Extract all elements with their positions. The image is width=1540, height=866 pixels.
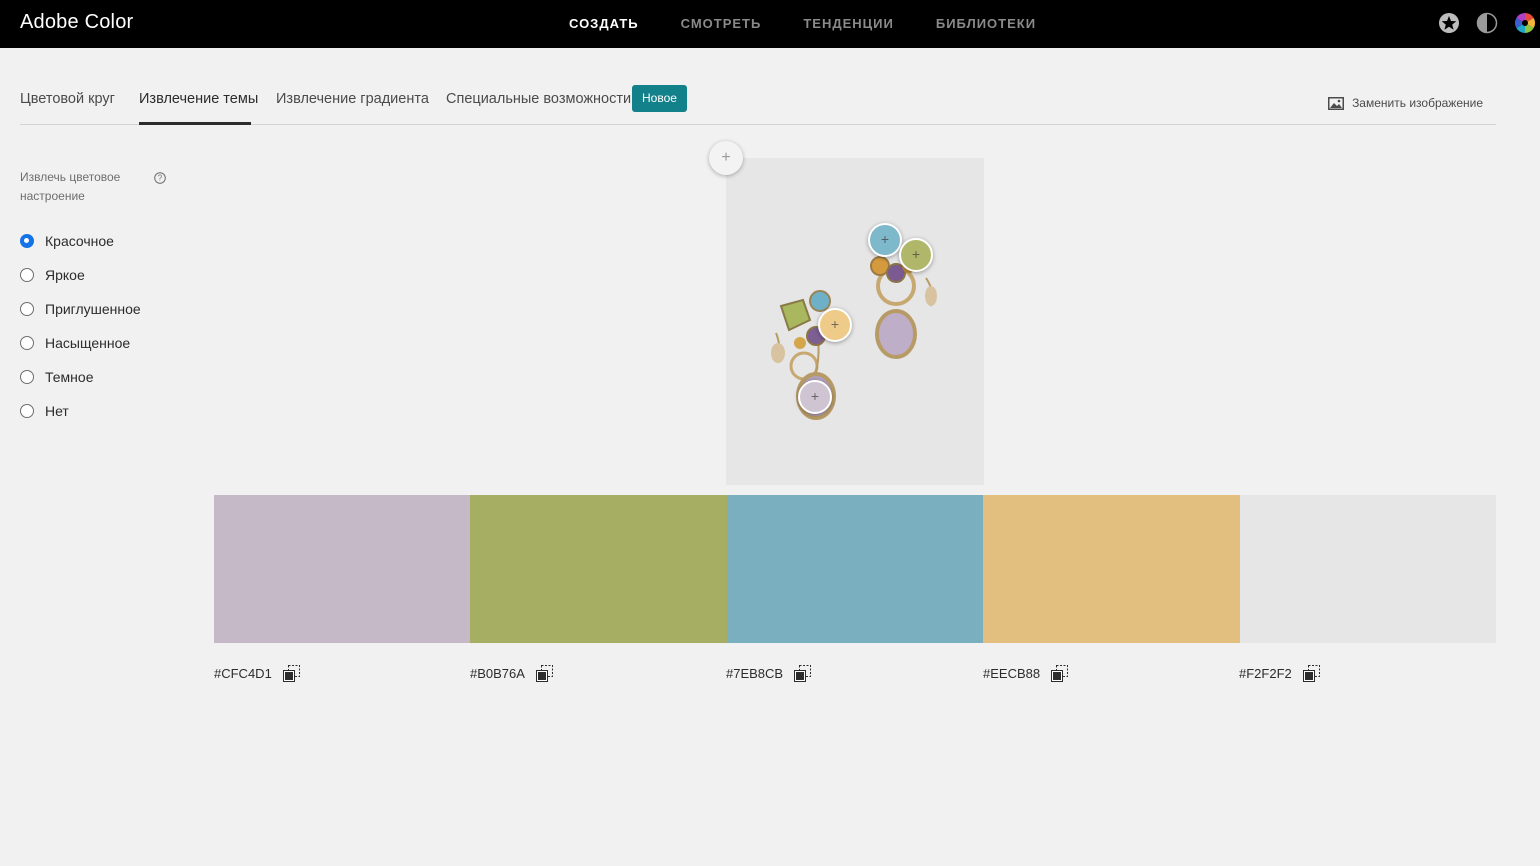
hex-value[interactable]: #7EB8CB [726, 666, 783, 681]
radio-muted[interactable]: Приглушенное [20, 292, 141, 326]
tab-bar: Цветовой круг Извлечение темы Извлечение… [20, 84, 1496, 125]
radio-none[interactable]: Нет [20, 394, 141, 428]
radio-deep[interactable]: Насыщенное [20, 326, 141, 360]
replace-image-button[interactable]: Заменить изображение [1328, 96, 1483, 110]
swatch-2[interactable] [470, 495, 727, 643]
color-picker-lilac[interactable]: + [798, 380, 832, 414]
hex-item-1: #CFC4D1 [214, 665, 300, 682]
radio-label: Нет [45, 403, 69, 419]
copy-icon[interactable] [1051, 665, 1069, 682]
color-wheel-icon[interactable] [1514, 12, 1536, 34]
nav-trends[interactable]: ТЕНДЕНЦИИ [803, 16, 894, 31]
radio-button[interactable] [20, 268, 34, 282]
color-picker-blue[interactable]: + [868, 223, 902, 257]
add-color-handle[interactable]: + [709, 141, 743, 175]
source-image[interactable] [726, 158, 984, 485]
top-bar: Adobe Color СОЗДАТЬ СМОТРЕТЬ ТЕНДЕНЦИИ Б… [0, 0, 1540, 48]
jewelry-image [771, 256, 937, 420]
swatch-1[interactable] [214, 495, 471, 643]
swatch-row [214, 495, 1496, 643]
radio-colorful[interactable]: Красочное [20, 224, 141, 258]
tab-accessibility[interactable]: Специальные возможности [446, 91, 631, 107]
nav-create[interactable]: СОЗДАТЬ [569, 16, 639, 31]
hex-item-4: #EECB88 [983, 665, 1069, 682]
copy-icon[interactable] [282, 665, 300, 682]
hex-values-row: #CFC4D1 #B0B76A #7EB8CB #EECB88 #F2F2F2 [214, 665, 1496, 685]
top-icons [1438, 12, 1540, 34]
top-nav: СОЗДАТЬ СМОТРЕТЬ ТЕНДЕНЦИИ БИБЛИОТЕКИ [569, 16, 1078, 31]
radio-label: Яркое [45, 267, 85, 283]
radio-button[interactable] [20, 370, 34, 384]
radio-label: Красочное [45, 233, 114, 249]
tab-extract-theme[interactable]: Извлечение темы [139, 91, 258, 107]
swatch-5[interactable] [1239, 495, 1496, 643]
copy-icon[interactable] [535, 665, 553, 682]
help-icon[interactable]: ? [154, 172, 166, 184]
radio-button-checked[interactable] [20, 234, 34, 248]
radio-button[interactable] [20, 302, 34, 316]
tab-extract-gradient[interactable]: Извлечение градиента [276, 91, 429, 107]
tab-color-wheel[interactable]: Цветовой круг [20, 91, 115, 107]
hex-item-3: #7EB8CB [726, 665, 812, 682]
radio-label: Насыщенное [45, 335, 131, 351]
hex-value[interactable]: #B0B76A [470, 666, 525, 681]
brand-title[interactable]: Adobe Color [20, 11, 133, 34]
color-picker-green[interactable]: + [899, 238, 933, 272]
star-icon[interactable] [1438, 12, 1460, 34]
image-icon [1328, 96, 1345, 110]
radio-dark[interactable]: Темное [20, 360, 141, 394]
swatch-3[interactable] [726, 495, 984, 643]
radio-button[interactable] [20, 404, 34, 418]
nav-explore[interactable]: СМОТРЕТЬ [681, 16, 762, 31]
radio-bright[interactable]: Яркое [20, 258, 141, 292]
copy-icon[interactable] [1302, 665, 1320, 682]
active-tab-indicator [139, 122, 251, 125]
radio-label: Темное [45, 369, 94, 385]
hex-item-2: #B0B76A [470, 665, 553, 682]
copy-icon[interactable] [794, 665, 812, 682]
color-picker-yellow[interactable]: + [818, 308, 852, 342]
nav-libraries[interactable]: БИБЛИОТЕКИ [936, 16, 1036, 31]
hex-value[interactable]: #EECB88 [983, 666, 1040, 681]
new-badge: Новое [632, 85, 687, 112]
contrast-icon[interactable] [1476, 12, 1498, 34]
mood-label: Извлечь цветовое настроение [20, 170, 121, 203]
swatch-4[interactable] [983, 495, 1240, 643]
mood-radio-group: Красочное Яркое Приглушенное Насыщенное … [20, 224, 141, 428]
replace-image-label: Заменить изображение [1352, 96, 1483, 110]
radio-label: Приглушенное [45, 301, 141, 317]
hex-value[interactable]: #F2F2F2 [1239, 666, 1292, 681]
svg-text:?: ? [158, 174, 163, 183]
hex-item-5: #F2F2F2 [1239, 665, 1320, 682]
hex-value[interactable]: #CFC4D1 [214, 666, 272, 681]
radio-button[interactable] [20, 336, 34, 350]
